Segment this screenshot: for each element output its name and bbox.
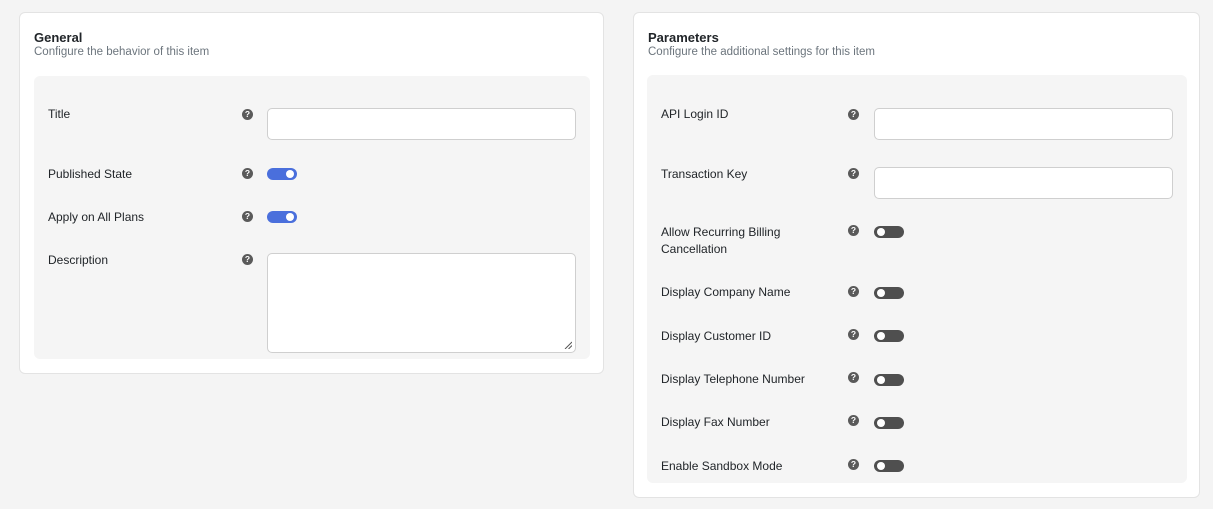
transaction-key-input[interactable] [874,167,1173,199]
api-login-id-label: API Login ID [661,107,729,121]
display-telephone-toggle[interactable] [874,374,904,386]
display-fax-toggle[interactable] [874,417,904,429]
display-fax-label: Display Fax Number [661,415,770,429]
display-customer-id-label: Display Customer ID [661,329,772,343]
allow-recurring-toggle[interactable] [874,226,904,238]
display-customer-id-help-icon[interactable]: ? [848,329,859,340]
general-card: General Configure the behavior of this i… [19,12,604,374]
apply-all-plans-help-icon[interactable]: ? [242,211,253,222]
toggle-knob [877,228,885,236]
enable-sandbox-help-icon[interactable]: ? [848,459,859,470]
toggle-knob [877,419,885,427]
allow-recurring-label-line2: Cancellation [661,242,728,256]
general-card-title: General [34,30,83,45]
toggle-knob [286,213,294,221]
parameters-card-subtitle: Configure the additional settings for th… [648,46,875,58]
apply-all-plans-label: Apply on All Plans [48,210,145,224]
display-company-name-help-icon[interactable]: ? [848,286,859,297]
api-login-id-input[interactable] [874,108,1173,140]
description-help-icon[interactable]: ? [242,254,253,265]
toggle-knob [877,289,885,297]
display-company-name-toggle[interactable] [874,287,904,299]
allow-recurring-label-line1: Allow Recurring Billing [661,225,781,239]
transaction-key-label: Transaction Key [661,167,748,181]
toggle-knob [877,332,885,340]
apply-all-plans-toggle[interactable] [267,211,297,223]
display-company-name-label: Display Company Name [661,285,791,299]
parameters-card: Parameters Configure the additional sett… [633,12,1200,498]
parameters-fields-panel: API Login ID ? Transaction Key ? Allow R… [647,75,1187,483]
general-card-subtitle: Configure the behavior of this item [34,46,210,58]
transaction-key-help-icon[interactable]: ? [848,168,859,179]
published-state-label: Published State [48,167,133,181]
general-fields-panel: Title ? Published State ? Apply on All P… [34,76,590,359]
display-telephone-help-icon[interactable]: ? [848,372,859,383]
description-label: Description [48,253,109,267]
resize-grip-icon[interactable] [564,341,572,349]
published-state-help-icon[interactable]: ? [242,168,253,179]
title-input[interactable] [267,108,576,140]
toggle-knob [877,462,885,470]
api-login-id-help-icon[interactable]: ? [848,109,859,120]
title-label: Title [48,107,71,121]
display-telephone-label: Display Telephone Number [661,372,805,386]
description-textarea[interactable] [267,253,576,353]
toggle-knob [286,170,294,178]
display-fax-help-icon[interactable]: ? [848,415,859,426]
enable-sandbox-label: Enable Sandbox Mode [661,459,783,473]
enable-sandbox-toggle[interactable] [874,460,904,472]
toggle-knob [877,376,885,384]
parameters-card-title: Parameters [648,30,719,45]
title-help-icon[interactable]: ? [242,109,253,120]
display-customer-id-toggle[interactable] [874,330,904,342]
published-state-toggle[interactable] [267,168,297,180]
allow-recurring-help-icon[interactable]: ? [848,225,859,236]
